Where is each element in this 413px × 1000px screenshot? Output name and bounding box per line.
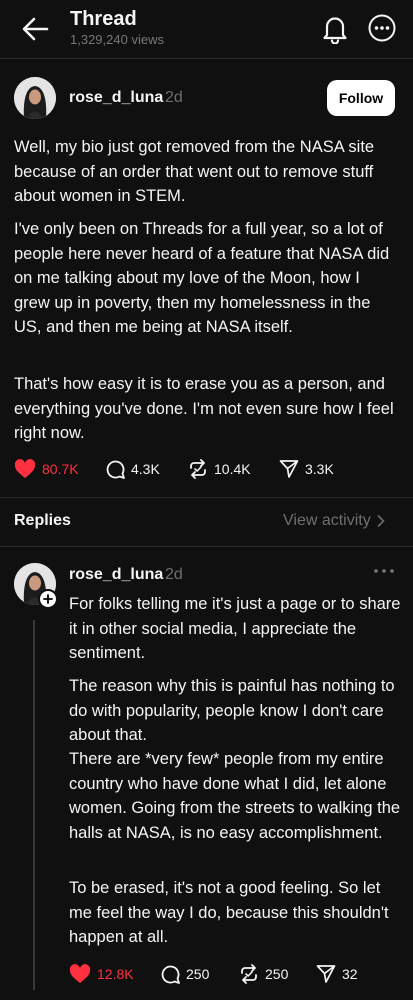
send-icon [279,460,299,478]
reply-repost-count: 250 [265,966,289,982]
repost-icon [190,459,206,479]
send-icon [316,965,336,983]
like-button[interactable]: 80.7K [14,459,79,479]
like-count: 80.7K [42,461,79,477]
reply-like-count: 12.8K [97,966,134,982]
view-count: 1,329,240 views [70,32,164,47]
repost-icon [241,964,257,984]
more-icon[interactable] [368,14,396,42]
reply-share-count: 32 [342,966,358,982]
heart-filled-icon [14,459,36,478]
back-arrow-icon[interactable] [20,16,50,42]
share-button[interactable]: 3.3K [279,459,334,479]
view-activity-label: View activity [283,512,371,529]
replies-divider [0,546,413,547]
header-divider [0,58,413,59]
post-username[interactable]: rose_d_luna [69,89,163,107]
chevron-right-icon [377,515,385,527]
reply-repost-button[interactable]: 250 [239,964,288,984]
comment-icon [161,965,180,984]
post-paragraph-3: That's how easy it is to erase you as a … [14,375,394,442]
comment-count: 4.3K [131,461,160,477]
reply-time: 2d [165,566,183,583]
reply-share-button[interactable]: 32 [316,964,358,984]
reply-username[interactable]: rose_d_luna [69,566,163,584]
view-activity-link[interactable]: View activity [283,512,385,530]
comment-icon [106,460,125,479]
page-title: Thread [70,8,137,30]
actions-divider [0,497,413,498]
share-count: 3.3K [305,461,334,477]
comment-button[interactable]: 4.3K [105,459,160,479]
repost-count: 10.4K [214,461,251,477]
reply-like-button[interactable]: 12.8K [69,964,134,984]
post-paragraph-2: I've only been on Threads for a full yea… [14,220,390,336]
follow-plus-icon[interactable] [38,589,58,609]
reply-comment-count: 250 [186,966,210,982]
top-bar: Thread 1,329,240 views [0,0,413,58]
heart-filled-icon [69,964,91,983]
reply-paragraph-3: There are *very few* people from my enti… [69,750,401,842]
post-time: 2d [165,89,183,106]
reply-comment-button[interactable]: 250 [160,964,209,984]
bell-icon[interactable] [322,14,348,44]
follow-button[interactable]: Follow [327,80,395,116]
reply-paragraph-1: For folks telling me it's just a page or… [69,595,401,662]
replies-label: Replies [14,512,71,529]
post-paragraph-1: Well, my bio just got removed from the N… [14,138,375,205]
thread-line [33,620,35,990]
avatar[interactable] [14,77,56,119]
reply-paragraph-2: The reason why this is painful has nothi… [69,677,395,744]
more-horizontal-icon[interactable] [372,565,396,577]
repost-button[interactable]: 10.4K [188,459,251,479]
reply-paragraph-4: To be erased, it's not a good feeling. S… [69,879,389,946]
